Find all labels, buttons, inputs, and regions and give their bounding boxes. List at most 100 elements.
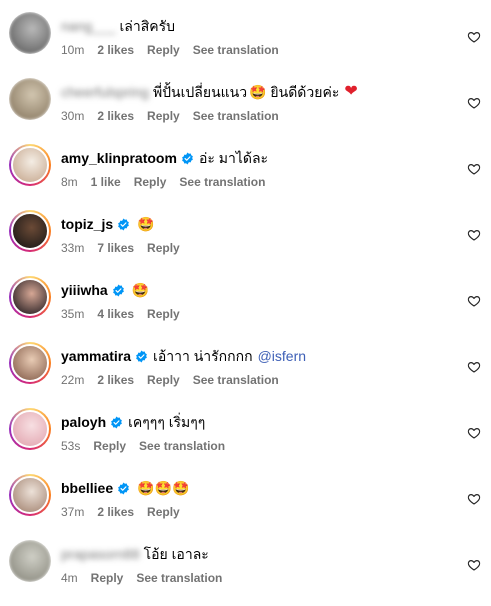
comment-text: เคๆๆๆ เริ่มๆๆ (128, 414, 206, 430)
see-translation-button[interactable]: See translation (193, 373, 279, 387)
reply-button[interactable]: Reply (93, 439, 126, 453)
likes-count[interactable]: 2 likes (97, 373, 134, 387)
avatar[interactable] (9, 210, 51, 252)
avatar-image (11, 146, 49, 184)
see-translation-button[interactable]: See translation (136, 571, 222, 585)
avatar[interactable] (9, 540, 51, 582)
avatar[interactable] (9, 276, 51, 318)
likes-count[interactable]: 1 like (91, 175, 121, 189)
avatar[interactable] (9, 408, 51, 450)
comment-line: topiz_js 🤩 (61, 214, 155, 234)
like-heart-icon[interactable] (467, 426, 481, 440)
comment-username[interactable]: cheerfulspring (61, 82, 149, 102)
comment-username[interactable]: bbelliee (61, 478, 113, 498)
like-heart-icon[interactable] (467, 162, 481, 176)
comment-line: bbelliee 🤩🤩🤩 (61, 478, 189, 498)
avatar[interactable] (9, 78, 51, 120)
comment-time: 10m (61, 43, 85, 57)
avatar[interactable] (9, 342, 51, 384)
likes-count[interactable]: 7 likes (97, 241, 134, 255)
verified-badge-icon (118, 218, 129, 230)
comment-text: พี่ปั้นเปลี่ยนแนว (152, 84, 248, 100)
comment-item: paloyh เคๆๆๆ เริ่มๆๆ 53s Reply See translati… (0, 400, 491, 460)
comment-meta: 22m 2 likes Reply See translation (61, 372, 292, 388)
reply-button[interactable]: Reply (147, 241, 180, 255)
comment-meta: 37m 2 likes Reply (61, 504, 193, 520)
avatar-image (11, 278, 49, 316)
comment-text: อ่ะ มาได้ละ (198, 150, 269, 166)
reply-button[interactable]: Reply (147, 505, 180, 519)
avatar[interactable] (9, 12, 51, 54)
comment-emoji: 🤩🤩🤩 (137, 480, 190, 496)
comment-line: cheerfulspring พี่ปั้นเปลี่ยนแนว 🤩 ยินดีด้… (61, 82, 358, 102)
comment-time: 4m (61, 571, 78, 585)
comment-item: cheerfulspring พี่ปั้นเปลี่ยนแนว 🤩 ยินดีด้… (0, 70, 491, 130)
comment-meta: 33m 7 likes Reply (61, 240, 193, 256)
like-heart-icon[interactable] (467, 558, 481, 572)
comment-time: 22m (61, 373, 85, 387)
comment-username[interactable]: amy_klinpratoom (61, 148, 177, 168)
comment-item: topiz_js 🤩 33m 7 likes Reply (0, 202, 491, 262)
comment-username[interactable]: paloyh (61, 412, 106, 432)
comment-item: nang___ เล่าสิครับ 10m 2 likes Reply See tran… (0, 4, 491, 64)
comment-text: เอ้าาา น่ารักกกก (153, 348, 253, 364)
comment-item: yiiiwha 🤩 35m 4 likes Reply (0, 268, 491, 328)
comment-meta: 35m 4 likes Reply (61, 306, 193, 322)
comment-time: 53s (61, 439, 81, 453)
verified-badge-icon (118, 482, 130, 494)
comment-emoji: 🤩 ยินดีด้วยค่ะ (249, 84, 340, 100)
avatar[interactable] (9, 144, 51, 186)
like-heart-icon[interactable] (467, 360, 481, 374)
likes-count[interactable]: 2 likes (97, 109, 134, 123)
comment-list: nang___ เล่าสิครับ 10m 2 likes Reply See tran… (0, 0, 491, 606)
comment-username[interactable]: nang___ (61, 16, 116, 36)
likes-count[interactable]: 4 likes (97, 307, 134, 321)
comment-item: amy_klinpratoom อ่ะ มาได้ละ 8m 1 like Reply S… (0, 136, 491, 196)
avatar-image (9, 540, 51, 582)
see-translation-button[interactable]: See translation (139, 439, 225, 453)
avatar-image (11, 410, 49, 448)
reply-button[interactable]: Reply (147, 109, 180, 123)
reply-button[interactable]: Reply (147, 373, 180, 387)
comment-line: paloyh เคๆๆๆ เริ่มๆๆ (61, 412, 205, 432)
comment-username[interactable]: prapasorn88 (61, 544, 140, 564)
see-translation-button[interactable]: See translation (179, 175, 265, 189)
red-heart-emoji: ❤ (344, 83, 358, 100)
like-heart-icon[interactable] (467, 30, 481, 44)
comment-meta: 4m Reply See translation (61, 570, 235, 586)
verified-badge-icon (112, 284, 124, 296)
comment-username[interactable]: yiiiwha (61, 280, 108, 300)
like-heart-icon[interactable] (467, 96, 481, 110)
reply-button[interactable]: Reply (91, 571, 124, 585)
comment-meta: 53s Reply See translation (61, 438, 238, 454)
avatar-image (11, 344, 49, 382)
likes-count[interactable]: 2 likes (97, 505, 134, 519)
avatar-image (9, 12, 51, 54)
comment-text: เล่าสิครับ (119, 18, 176, 34)
reply-button[interactable]: Reply (147, 43, 180, 57)
comment-time: 37m (61, 505, 85, 519)
verified-badge-icon (182, 152, 193, 164)
like-heart-icon[interactable] (467, 294, 481, 308)
reply-button[interactable]: Reply (134, 175, 167, 189)
comment-line: yiiiwha 🤩 (61, 280, 149, 300)
comment-username[interactable]: topiz_js (61, 214, 113, 234)
comment-line: yammatira เอ้าาา น่ารักกกก @isfern (61, 346, 306, 366)
comment-meta: 30m 2 likes Reply See translation (61, 108, 292, 124)
like-heart-icon[interactable] (467, 228, 481, 242)
comment-line: nang___ เล่าสิครับ (61, 16, 175, 36)
comment-item: yammatira เอ้าาา น่ารักกกก @isfern 22m 2 lik… (0, 334, 491, 394)
avatar-image (9, 78, 51, 120)
reply-button[interactable]: Reply (147, 307, 180, 321)
comment-meta: 10m 2 likes Reply See translation (61, 42, 292, 58)
comment-item: prapasorn88 โอ้ย เอาละ 4m Reply See translat… (0, 532, 491, 592)
see-translation-button[interactable]: See translation (193, 43, 279, 57)
mention-link[interactable]: @isfern (258, 346, 306, 366)
like-heart-icon[interactable] (467, 492, 481, 506)
likes-count[interactable]: 2 likes (97, 43, 134, 57)
see-translation-button[interactable]: See translation (193, 109, 279, 123)
comment-username[interactable]: yammatira (61, 346, 131, 366)
avatar[interactable] (9, 474, 51, 516)
comment-time: 30m (61, 109, 85, 123)
comment-time: 8m (61, 175, 78, 189)
